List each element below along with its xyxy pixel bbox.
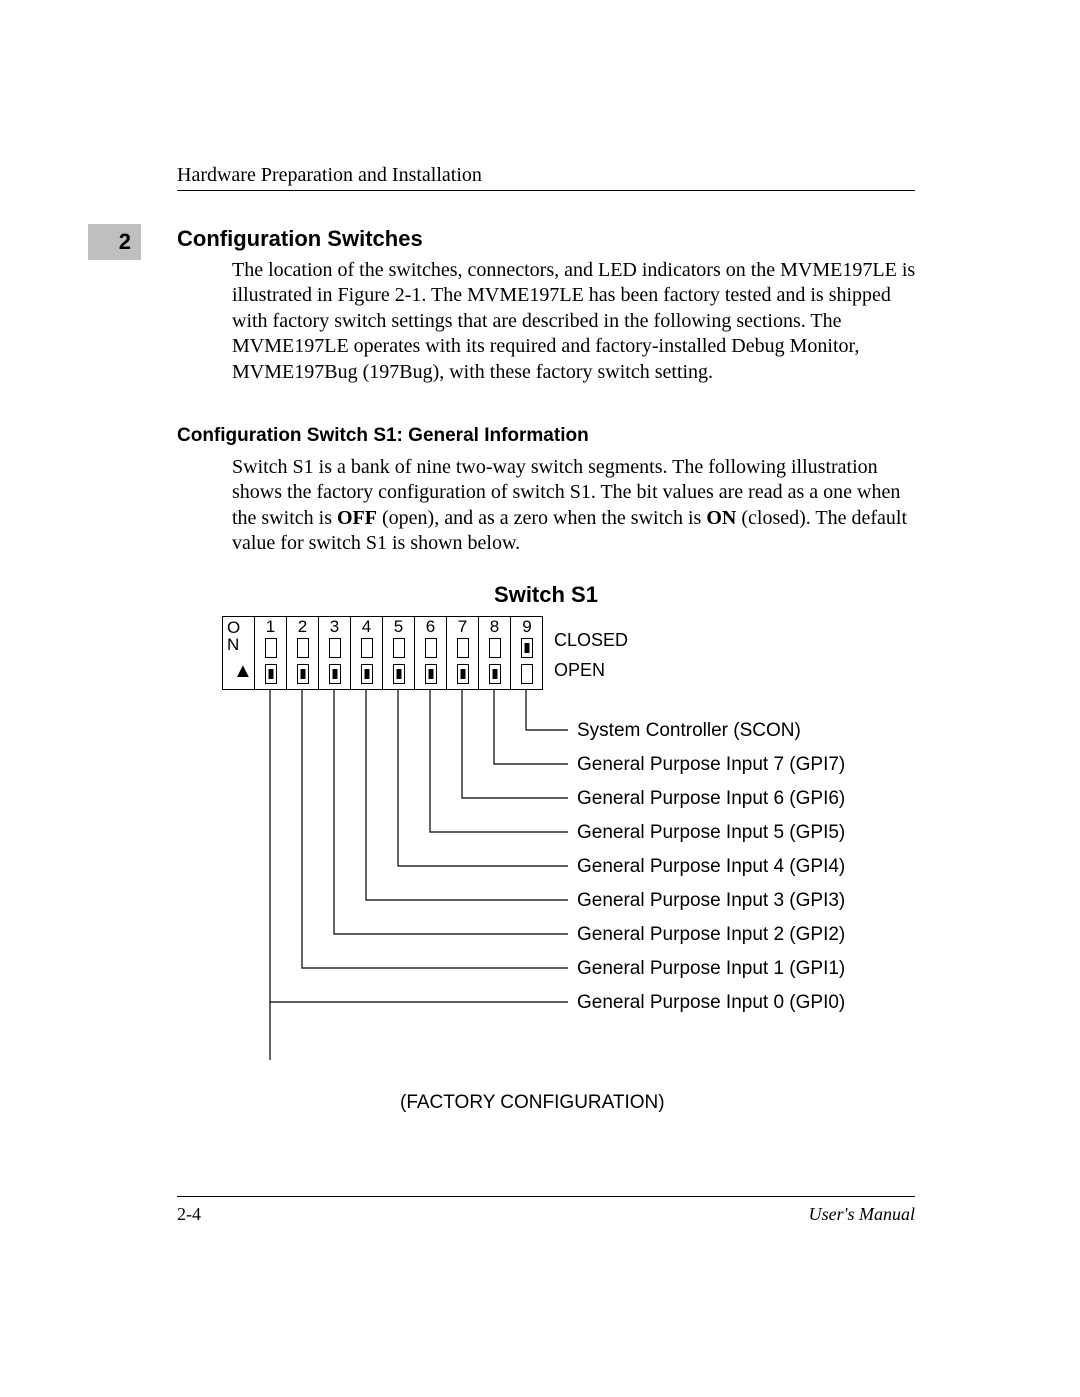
switch-number: 2 xyxy=(287,617,318,637)
callout-label-gpi6: General Purpose Input 6 (GPI6) xyxy=(577,788,845,810)
dip-col-2: 2 xyxy=(287,617,319,689)
factory-config-caption: (FACTORY CONFIGURATION) xyxy=(400,1092,665,1114)
subsection-heading: Configuration Switch S1: General Informa… xyxy=(177,425,589,447)
switch-slot-closed xyxy=(265,638,277,658)
legend-open: OPEN xyxy=(554,660,605,681)
callout-label-gpi5: General Purpose Input 5 (GPI5) xyxy=(577,822,845,844)
switch-number: 9 xyxy=(511,617,543,637)
text: (open), and as a zero when the switch is xyxy=(377,507,706,529)
on-label: ON xyxy=(227,619,240,653)
switch-number: 8 xyxy=(479,617,510,637)
figure-title: Switch S1 xyxy=(177,582,915,608)
page-number: 2-4 xyxy=(177,1204,201,1225)
section-heading: Configuration Switches xyxy=(177,226,423,252)
callout-label-scon: System Controller (SCON) xyxy=(577,720,801,742)
subsection-paragraph: Switch S1 is a bank of nine two-way swit… xyxy=(232,455,916,557)
footer-rule xyxy=(177,1196,915,1197)
manual-title: User's Manual xyxy=(809,1204,915,1225)
up-arrow-icon: ▲ xyxy=(233,661,253,681)
running-head: Hardware Preparation and Installation xyxy=(177,164,482,187)
callout-label-gpi0: General Purpose Input 0 (GPI0) xyxy=(577,992,845,1014)
callout-label-gpi1: General Purpose Input 1 (GPI1) xyxy=(577,958,845,980)
dip-col-8: 8 xyxy=(479,617,511,689)
switch-number: 7 xyxy=(447,617,478,637)
bold-on: ON xyxy=(706,507,736,529)
dip-col-5: 5 xyxy=(383,617,415,689)
legend-closed: CLOSED xyxy=(554,630,628,651)
switch-number: 4 xyxy=(351,617,382,637)
dip-col-1: 1 xyxy=(255,617,287,689)
dip-col-9: 9 xyxy=(511,617,543,689)
section-paragraph: The location of the switches, connectors… xyxy=(232,258,916,385)
callout-label-gpi4: General Purpose Input 4 (GPI4) xyxy=(577,856,845,878)
switch-number: 5 xyxy=(383,617,414,637)
switch-number: 6 xyxy=(415,617,446,637)
dip-col-7: 7 xyxy=(447,617,479,689)
callout-label-gpi3: General Purpose Input 3 (GPI3) xyxy=(577,890,845,912)
switch-number: 3 xyxy=(319,617,350,637)
chapter-number-tab: 2 xyxy=(88,224,141,260)
switch-slot-open xyxy=(265,664,277,684)
switch-number: 1 xyxy=(255,617,286,637)
dip-col-4: 4 xyxy=(351,617,383,689)
page: Hardware Preparation and Installation 2 … xyxy=(0,0,1080,1397)
dip-on-column: ON ▲ xyxy=(223,617,255,689)
dip-col-3: 3 xyxy=(319,617,351,689)
bold-off: OFF xyxy=(337,507,377,529)
dip-switch-block: ON ▲ 1 2 3 4 5 6 7 xyxy=(222,616,543,690)
dip-col-6: 6 xyxy=(415,617,447,689)
header-rule xyxy=(177,190,915,191)
callout-label-gpi7: General Purpose Input 7 (GPI7) xyxy=(577,754,845,776)
callout-label-gpi2: General Purpose Input 2 (GPI2) xyxy=(577,924,845,946)
